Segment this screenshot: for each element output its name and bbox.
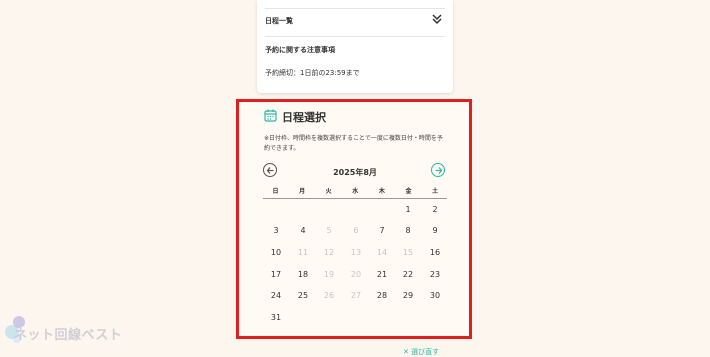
watermark-logo: ネット回線ベスト — [3, 313, 133, 345]
schedule-list-label[interactable]: 日程一覧 — [265, 16, 293, 26]
divider — [265, 8, 445, 9]
deadline-text: 予約締切：1日前の23:59まで — [265, 69, 360, 77]
notes-title: 予約に関する注意事項 — [265, 46, 335, 54]
reservation-info-card: 日程一覧 予約に関する注意事項 予約締切：1日前の23:59まで — [257, 0, 453, 93]
highlight-box — [236, 99, 472, 339]
reset-selection-link[interactable]: ✕ 選び直す — [403, 347, 439, 357]
watermark-text: ネット回線ベスト — [14, 328, 123, 343]
divider — [265, 36, 445, 37]
chevron-double-down-icon[interactable] — [431, 13, 443, 25]
